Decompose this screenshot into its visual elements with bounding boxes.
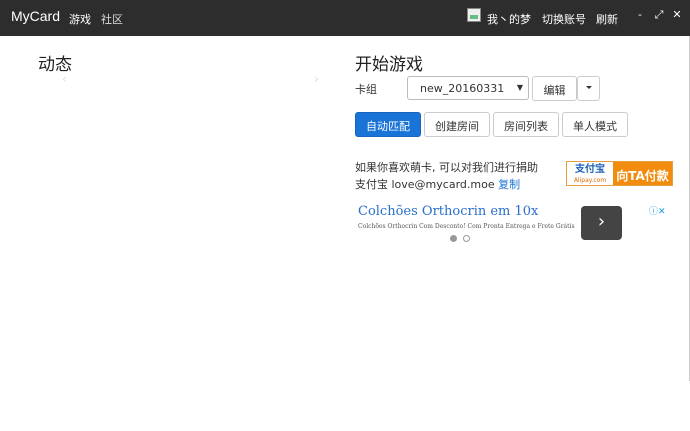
news-prev-icon[interactable]: ‹ [62,72,67,86]
single-mode-button[interactable]: 单人模式 [562,112,628,137]
alipay-pay-label: 向TA付款 [613,162,672,185]
auto-match-button[interactable]: 自动匹配 [355,112,421,137]
ad-subtitle: Colchões Orthocrin Com Desconto! Com Pro… [358,223,575,230]
news-title: 动态 [38,55,72,75]
minimize-icon[interactable]: - [634,8,646,21]
user-avatar-icon[interactable] [467,8,481,22]
carousel-dot-1[interactable] [450,235,457,242]
carousel-dot-2[interactable] [463,235,470,242]
copy-link[interactable]: 复制 [498,178,520,191]
deck-select-value: new_20160331 [420,82,505,95]
room-list-button[interactable]: 房间列表 [493,112,559,137]
deck-select[interactable]: new_20160331 ▼ [407,76,529,100]
nav-games[interactable]: 游戏 [69,11,91,27]
close-icon[interactable]: ✕ [671,8,683,21]
ad-info-icon[interactable]: ⓘ✕ [649,204,666,217]
select-caret-icon: ▼ [516,83,523,92]
deck-label: 卡组 [355,83,377,96]
nav-community[interactable]: 社区 [101,11,123,27]
ad-banner[interactable]: Colchões Orthocrin em 10x Colchões Ortho… [355,201,672,246]
top-navbar: MyCard 游戏 社区 我丶的梦 切换账号 刷新 - ⤢ ✕ [0,0,690,36]
donate-email: 支付宝 love@mycard.moe 复制 [355,176,520,192]
donate-text: 如果你喜欢萌卡, 可以对我们进行捐助 [355,161,538,174]
maximize-icon[interactable]: ⤢ [653,8,665,22]
create-room-button[interactable]: 创建房间 [424,112,490,137]
app-brand[interactable]: MyCard [11,8,60,24]
game-title: 开始游戏 [355,55,423,75]
chevron-down-icon [585,85,592,89]
switch-account-link[interactable]: 切换账号 [542,11,586,27]
edit-deck-button[interactable]: 编辑 [532,76,577,101]
alipay-pay-button[interactable]: 支付宝 Alipay.com 向TA付款 [566,161,673,186]
refresh-link[interactable]: 刷新 [596,11,618,27]
news-next-icon[interactable]: › [314,72,319,86]
ad-title[interactable]: Colchões Orthocrin em 10x [358,204,538,219]
edit-dropdown-button[interactable] [577,76,600,101]
ad-next-button[interactable]: › [581,206,622,240]
user-name-link[interactable]: 我丶的梦 [487,11,531,27]
donate-email-text: 支付宝 love@mycard.moe [355,178,495,191]
alipay-logo: 支付宝 Alipay.com [567,162,613,185]
